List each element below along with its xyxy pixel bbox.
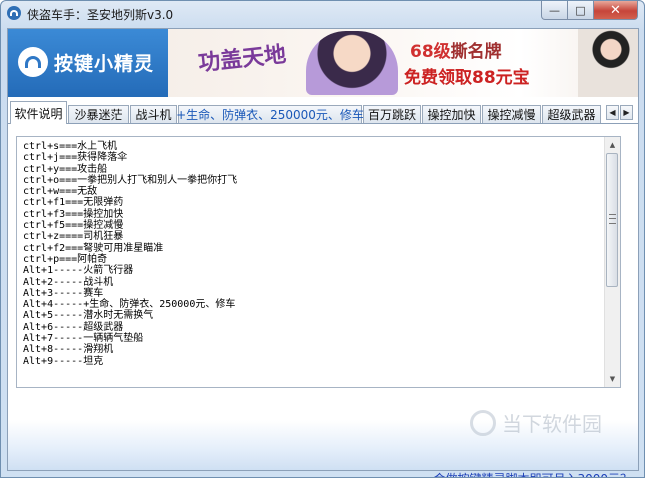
title-bar: 侠盗车手：圣安地列斯v3.0 — □ ✕ <box>1 1 644 27</box>
tab-health-armor-money-repair[interactable]: +生命、防弹衣、250000元、修车 <box>176 105 364 123</box>
home-logo-icon <box>18 47 48 77</box>
tab-scroll-left-button[interactable]: ◀ <box>606 105 619 120</box>
hotkey-line: ctrl+f2===弩驶可用准星瞄准 <box>23 242 164 254</box>
scroll-up-button[interactable]: ▲ <box>606 138 619 152</box>
hotkey-line: ctrl+p===阿帕奇 <box>23 253 108 265</box>
tab-handling-faster[interactable]: 操控加快 <box>422 105 481 123</box>
hotkey-line: ctrl+y===攻击船 <box>23 163 108 175</box>
grip-icon <box>609 214 616 224</box>
app-window: 侠盗车手：圣安地列斯v3.0 — □ ✕ 按键小精灵 功盖天地 68级撕名牌 免… <box>0 0 645 478</box>
tab-mega-jump[interactable]: 百万跳跃 <box>363 105 421 123</box>
ad-subline: 免费领取88元宝 <box>404 68 530 88</box>
ad-banner[interactable]: 功盖天地 68级撕名牌 免费领取88元宝 <box>168 29 638 97</box>
hotkey-line: ctrl+o===一拳把别人打飞和别人一拳把你打飞 <box>23 174 238 186</box>
ad-model-image <box>578 29 638 97</box>
window-controls: — □ ✕ <box>541 1 638 20</box>
window-title: 侠盗车手：圣安地列斯v3.0 <box>27 8 174 22</box>
tab-scroll-right-button[interactable]: ▶ <box>620 105 633 120</box>
hotkey-list-textarea[interactable]: ctrl+s===水上飞机 ctrl+j===获得降落伞 ctrl+y===攻击船 c… <box>16 136 621 388</box>
vertical-scrollbar[interactable]: ▲ ▼ <box>604 137 620 387</box>
logo-text: 按键小精灵 <box>54 53 155 75</box>
hotkey-line: ctrl+w===无敌 <box>23 186 98 198</box>
watermark-text: 当下软件园 <box>502 412 602 436</box>
tab-sandstorm[interactable]: 沙暴迷茫 <box>68 105 129 123</box>
watermark: 当下软件园 <box>470 408 602 437</box>
tab-fighter-jet[interactable]: 战斗机 <box>130 105 177 123</box>
promo-link[interactable]: 会做按键精灵脚本即可月入3000元？ <box>433 470 632 477</box>
hotkey-line: ctrl+s===水上飞机 <box>23 141 118 152</box>
hotkey-line: Alt+6-----超级武器 <box>23 321 124 333</box>
scroll-thumb[interactable] <box>606 153 618 287</box>
hotkey-line: Alt+2-----战斗机 <box>23 276 114 288</box>
hotkey-line: Alt+5-----潜水时无需换气 <box>23 310 154 322</box>
tab-super-weapon[interactable]: 超级武器 <box>542 105 601 123</box>
minimize-button[interactable]: — <box>541 1 568 20</box>
hotkey-line: Alt+4-----+生命、防弹衣、250000元、修车 <box>23 299 236 311</box>
hotkey-line: Alt+3-----赛车 <box>23 287 104 299</box>
tab-software-info[interactable]: 软件说明 <box>10 101 67 124</box>
client-area: 按键小精灵 功盖天地 68级撕名牌 免费领取88元宝 软件说明 沙暴迷茫 战斗机… <box>7 28 639 477</box>
hotkey-line: Alt+8-----滑翔机 <box>23 344 114 356</box>
hotkey-line: ctrl+z====司机狂暴 <box>23 231 124 243</box>
brand-logo: 按键小精灵 <box>8 29 168 97</box>
banner: 按键小精灵 功盖天地 68级撕名牌 免费领取88元宝 <box>8 29 638 97</box>
hotkey-lines: ctrl+s===水上飞机 ctrl+j===获得降落伞 ctrl+y===攻击船 c… <box>23 141 237 367</box>
watermark-logo-icon <box>470 409 496 436</box>
ad-headline-text: 撕名牌 <box>450 42 502 62</box>
hotkey-line: ctrl+f3===操控加快 <box>23 208 124 220</box>
hotkey-line: Alt+7-----一辆辆气垫船 <box>23 333 144 345</box>
ad-game-title: 功盖天地 <box>197 41 288 77</box>
hotkey-line: Alt+9-----坦克 <box>23 355 104 367</box>
tab-bar: 软件说明 沙暴迷茫 战斗机 +生命、防弹衣、250000元、修车 百万跳跃 操控… <box>8 101 638 124</box>
hotkey-line: ctrl+f5===操控减慢 <box>23 220 124 232</box>
tab-handling-slower[interactable]: 操控减慢 <box>482 105 541 123</box>
app-icon <box>7 6 21 20</box>
maximize-button[interactable]: □ <box>568 1 594 20</box>
scroll-down-button[interactable]: ▼ <box>606 372 619 386</box>
close-button[interactable]: ✕ <box>594 1 638 20</box>
hotkey-line: ctrl+f1===无限弹药 <box>23 197 124 209</box>
ad-character-image <box>306 31 398 95</box>
ad-headline: 68级撕名牌 <box>410 37 502 62</box>
hotkey-line: ctrl+j===获得降落伞 <box>23 152 128 164</box>
hotkey-line: Alt+1-----火箭飞行器 <box>23 265 134 277</box>
ad-level: 68级 <box>410 42 451 62</box>
tab-panel: ctrl+s===水上飞机 ctrl+j===获得降落伞 ctrl+y===攻击船 c… <box>8 124 638 477</box>
